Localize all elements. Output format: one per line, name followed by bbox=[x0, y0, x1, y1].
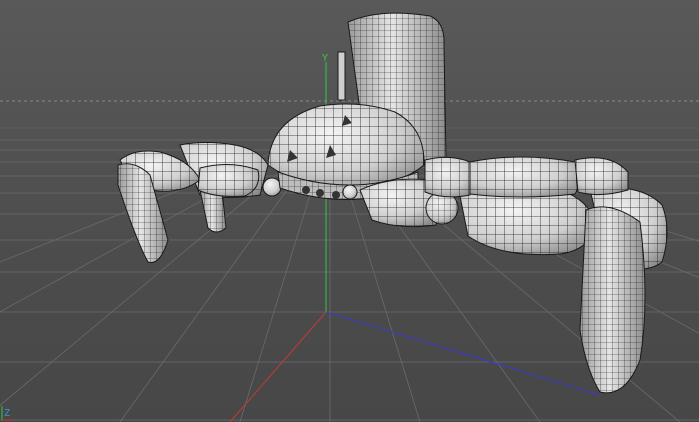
x-axis-line bbox=[229, 311, 327, 422]
3d-viewport[interactable]: Y Z bbox=[0, 0, 699, 422]
axis-gizmo-icon bbox=[1, 406, 12, 421]
z-axis-line bbox=[325, 311, 601, 396]
viewport-scene bbox=[0, 12, 699, 422]
right-front-leg bbox=[359, 178, 668, 394]
right-back-leg bbox=[424, 156, 629, 198]
robot-model[interactable] bbox=[117, 12, 668, 394]
y-axis-label: Y bbox=[322, 53, 329, 64]
antenna bbox=[337, 51, 346, 101]
